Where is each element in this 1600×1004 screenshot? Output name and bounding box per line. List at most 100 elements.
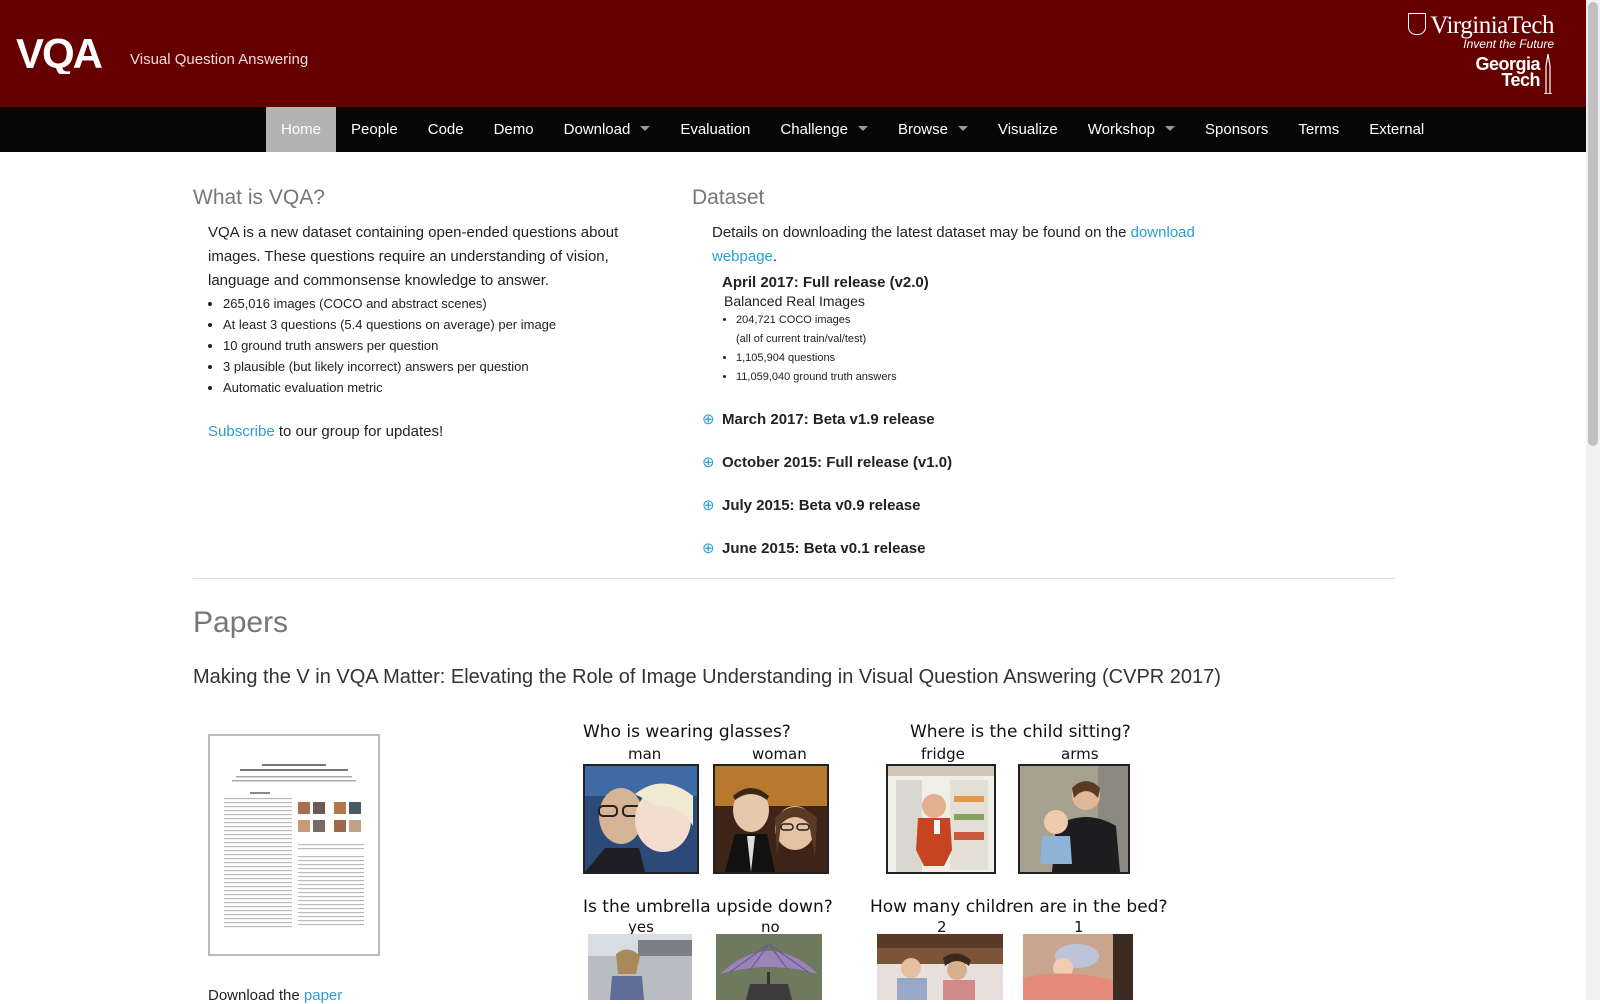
current-release-title: April 2017: Full release (v2.0) [722,274,929,291]
example-image-woman [713,764,829,874]
nav-demo[interactable]: Demo [479,107,549,152]
release-toggle-october-2015[interactable]: ⊕ October 2015: Full release (v1.0) [692,450,1222,476]
nav-label: Visualize [997,121,1058,138]
nav-browse[interactable]: Browse [883,107,983,152]
expand-plus-icon[interactable]: ⊕ [702,450,715,476]
nav-label: External [1369,121,1425,138]
example-answer: fridge [921,745,965,763]
dataset-intro: Details on downloading the latest datase… [712,221,1222,269]
nav-home[interactable]: Home [266,107,337,152]
nav-evaluation[interactable]: Evaluation [665,107,765,152]
caret-down-icon [957,126,968,131]
nav-label: Terms [1298,121,1340,138]
page-scrollbar[interactable] [1586,0,1600,1000]
example-image-umbrella-no [716,934,822,1000]
nav-people[interactable]: People [336,107,413,152]
nav-label: People [351,121,398,138]
caret-down-icon [640,126,651,131]
release-toggle-june-2015[interactable]: ⊕ June 2015: Beta v0.1 release [692,536,1222,562]
release-label[interactable]: October 2015: Full release (v1.0) [722,450,952,476]
nav-sponsors[interactable]: Sponsors [1190,107,1283,152]
download-text: Download the [208,987,304,1004]
expand-plus-icon[interactable]: ⊕ [702,493,715,519]
list-item: 11,059,040 ground truth answers [736,368,1222,387]
example-answer: woman [752,745,807,763]
list-item: 10 ground truth answers per question [223,335,643,356]
list-item: Automatic evaluation metric [223,377,643,398]
release-toggle-july-2015[interactable]: ⊕ July 2015: Beta v0.9 release [692,493,1222,519]
nav-challenge[interactable]: Challenge [765,107,883,152]
example-question: Who is wearing glasses? [583,722,791,742]
list-item: 265,016 images (COCO and abstract scenes… [223,293,643,314]
nav-label: Sponsors [1205,121,1269,138]
stat-images: 204,721 COCO images [736,314,851,326]
vt-seal-icon [1408,13,1427,35]
example-question: How many children are in the bed? [870,897,1168,917]
list-item: 1,105,904 questions [736,349,1222,368]
list-item: 204,721 COCO images (all of current train… [736,311,1222,349]
gt-line2: Tech [1501,70,1540,90]
subscribe-line: Subscribe to our group for updates! [208,423,643,440]
download-paper-line: Download the paper [208,987,342,1004]
dataset-heading: Dataset [692,186,765,209]
example-image-bed-two [877,934,1003,1000]
release-label[interactable]: March 2017: Beta v1.9 release [722,407,935,433]
dataset-section: Dataset Details on downloading the lates… [692,186,1222,562]
stat-images-note: (all of current train/val/test) [736,333,867,345]
nav-label: Workshop [1087,121,1156,138]
nav-external[interactable]: External [1354,107,1439,152]
virginia-tech-logo[interactable]: VirginiaTech Invent the Future [1408,12,1554,51]
caret-down-icon [1165,126,1176,131]
nav-download[interactable]: Download [549,107,666,152]
scrollbar-thumb[interactable] [1588,2,1598,446]
dataset-intro-text: Details on downloading the latest datase… [712,224,1131,241]
paper-title: Making the V in VQA Matter: Elevating th… [193,666,1221,688]
nav-label: Demo [493,121,534,138]
nav-label: Evaluation [680,121,751,138]
what-is-vqa-section: What is VQA? VQA is a new dataset contai… [193,186,643,440]
current-release-subtitle: Balanced Real Images [724,293,865,309]
example-image-bed-one [1023,934,1133,1000]
papers-heading: Papers [193,606,289,639]
expand-plus-icon[interactable]: ⊕ [702,407,715,433]
example-image-arms [1018,764,1130,874]
example-image-fridge [886,764,996,874]
what-is-vqa-intro: VQA is a new dataset containing open-end… [208,224,619,289]
paper-download-link[interactable]: paper [304,987,342,1004]
site-header: VQA Visual Question Answering VirginiaTe… [0,0,1586,107]
nav-terms[interactable]: Terms [1283,107,1354,152]
nav-workshop[interactable]: Workshop [1073,107,1190,152]
nav-label: Download [563,121,631,138]
subscribe-text: to our group for updates! [274,423,444,440]
main-navbar: Home People Code Demo Download Evaluation Chal… [0,107,1586,152]
logo-text: VQA [16,32,103,74]
nav-code[interactable]: Code [413,107,479,152]
example-question: Is the umbrella upside down? [583,897,833,917]
example-question: Where is the child sitting? [910,722,1131,742]
nav-label: Code [427,121,464,138]
example-image-man [583,764,699,874]
release-label[interactable]: July 2015: Beta v0.9 release [722,493,920,519]
dataset-intro-end: . [772,248,778,265]
release-label[interactable]: June 2015: Beta v0.1 release [722,536,925,562]
expand-plus-icon[interactable]: ⊕ [702,536,715,562]
caret-down-icon [857,126,868,131]
vqa-feature-list: 265,016 images (COCO and abstract scenes… [223,293,643,398]
nav-label: Challenge [780,121,848,138]
nav-label: Browse [897,121,948,138]
gt-spire-icon [1544,54,1552,94]
section-divider [193,578,1395,579]
current-release-stats: 204,721 COCO images (all of current train… [736,311,1222,387]
logo-subtitle: Visual Question Answering [130,51,309,68]
vt-name: VirginiaTech [1430,12,1554,39]
list-item: At least 3 questions (5.4 questions on a… [223,314,643,335]
georgia-tech-logo[interactable]: Georgia Tech [1462,54,1554,94]
nav-label: Home [281,121,322,138]
nav-visualize[interactable]: Visualize [983,107,1073,152]
subscribe-link[interactable]: Subscribe [208,423,275,440]
list-item: 3 plausible (but likely incorrect) answe… [223,356,643,377]
release-toggle-march-2017[interactable]: ⊕ March 2017: Beta v1.9 release [692,407,1222,433]
paper-thumbnail[interactable] [208,734,380,956]
nav-list: Home People Code Demo Download Evaluation Chal… [266,107,1439,152]
vqa-logo[interactable]: VQA [16,32,128,74]
